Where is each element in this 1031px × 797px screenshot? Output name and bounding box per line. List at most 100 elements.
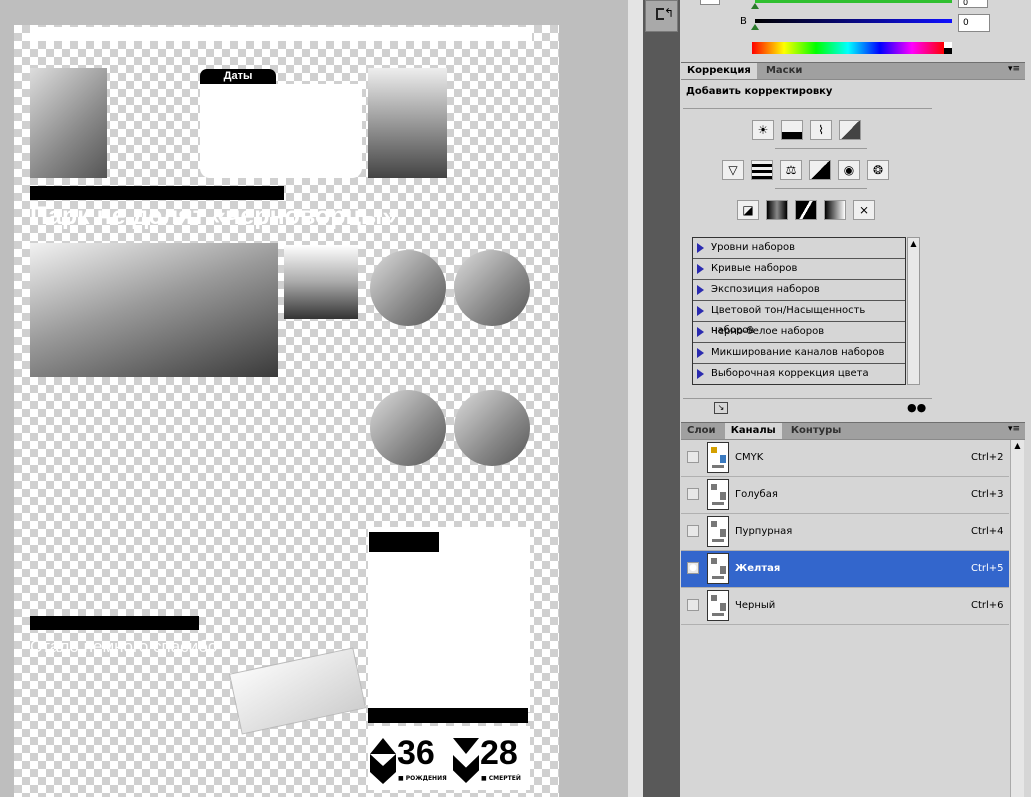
channel-row-cmyk[interactable]: CMYK Ctrl+2: [681, 440, 1009, 477]
color-ramp[interactable]: [752, 42, 944, 54]
expand-triangle-icon[interactable]: [697, 327, 704, 337]
threshold-icon[interactable]: [795, 200, 817, 220]
channel-thumbnail: [707, 442, 729, 473]
expand-triangle-icon[interactable]: [697, 285, 704, 295]
presets-list[interactable]: Уровни наборов Кривые наборов Экспозиция…: [692, 237, 906, 385]
green-slider[interactable]: [755, 0, 952, 3]
preset-item[interactable]: Микширование каналов наборов: [693, 343, 905, 364]
street-photo: [30, 243, 278, 377]
tab-channels[interactable]: Каналы: [724, 423, 782, 439]
brightness-icon[interactable]: ☀: [752, 120, 774, 140]
channel-row-cyan[interactable]: Голубая Ctrl+3: [681, 477, 1009, 514]
dates-tab: Даты: [200, 69, 276, 84]
channel-row-black[interactable]: Черный Ctrl+6: [681, 588, 1009, 625]
channel-row-magenta[interactable]: Пурпурная Ctrl+4: [681, 514, 1009, 551]
presets-scrollbar[interactable]: ▲: [907, 237, 920, 385]
panel-footer-divider: [683, 398, 932, 399]
deaths-caption: ■ СМЕРТЕЙ: [481, 775, 521, 782]
visibility-toggle[interactable]: [687, 599, 699, 611]
eye-icon[interactable]: ●: [687, 562, 699, 574]
levels-icon[interactable]: [781, 120, 803, 140]
blue-slider[interactable]: [755, 19, 952, 23]
expand-triangle-icon[interactable]: [697, 369, 704, 379]
channel-shortcut: Ctrl+2: [971, 452, 1004, 463]
preset-item[interactable]: Черно-белое наборов: [693, 322, 905, 343]
channel-thumbnail: [707, 590, 729, 621]
clip-layer-icon[interactable]: ●●: [907, 402, 926, 414]
gradient-map-icon[interactable]: [824, 200, 846, 220]
expand-view-icon[interactable]: ↘: [714, 402, 728, 414]
color-swatch[interactable]: [700, 0, 720, 5]
channels-scrollbar[interactable]: ▲: [1010, 440, 1024, 797]
ramp-black[interactable]: [944, 48, 952, 54]
color-balance-icon[interactable]: ⚖: [780, 160, 802, 180]
sidebar-label-bar: [369, 532, 439, 552]
channel-name: Голубая: [735, 489, 778, 500]
channel-name: Пурпурная: [735, 526, 793, 537]
tab-paths[interactable]: Контуры: [785, 423, 847, 439]
expand-triangle-icon[interactable]: [697, 306, 704, 316]
curves-icon[interactable]: ⌇: [810, 120, 832, 140]
posterize-icon[interactable]: [766, 200, 788, 220]
scroll-up-icon[interactable]: ▲: [908, 238, 919, 250]
expand-triangle-icon[interactable]: [697, 264, 704, 274]
channel-name: Черный: [735, 600, 776, 611]
b-value-field[interactable]: 0: [958, 14, 990, 32]
preset-item[interactable]: Цветовой тон/Насыщенность наборов: [693, 301, 905, 336]
invert-icon[interactable]: ◪: [737, 200, 759, 220]
b-label: B: [740, 16, 747, 27]
channel-shortcut: Ctrl+5: [971, 563, 1004, 574]
channels-list[interactable]: CMYK Ctrl+2 Голубая Ctrl+3 Пурпурная Ctr…: [681, 440, 1009, 630]
icon-divider-1: [775, 148, 867, 149]
tab-masks[interactable]: Маски: [760, 63, 808, 79]
visibility-toggle[interactable]: [687, 451, 699, 463]
panel-menu-icon[interactable]: ▾≡: [1008, 64, 1020, 74]
history-icon[interactable]: ↰: [645, 0, 678, 32]
portrait-circle-2: [454, 250, 530, 326]
preset-item[interactable]: Выборочная коррекция цвета наборов: [693, 364, 905, 384]
stats-bar: [368, 708, 528, 723]
slider-handle-icon[interactable]: [751, 3, 759, 9]
sidebar-box: [368, 527, 530, 712]
scroll-up-icon[interactable]: ▲: [1011, 440, 1024, 452]
channel-row-yellow[interactable]: ● Желтая Ctrl+5: [681, 551, 1009, 588]
channel-name: CMYK: [735, 452, 764, 463]
panel-dock: [643, 0, 680, 797]
channel-shortcut: Ctrl+4: [971, 526, 1004, 537]
down-arrow-icon: [453, 738, 479, 754]
visibility-toggle[interactable]: [687, 488, 699, 500]
top-bar: [30, 27, 532, 41]
preset-item[interactable]: Кривые наборов: [693, 259, 905, 280]
channel-thumbnail: [707, 479, 729, 510]
channel-shortcut: Ctrl+3: [971, 489, 1004, 500]
channel-shortcut: Ctrl+6: [971, 600, 1004, 611]
hue-saturation-icon[interactable]: [751, 160, 773, 180]
correction-tabs: Коррекция Маски: [681, 62, 1025, 80]
tab-layers[interactable]: Слои: [681, 423, 722, 439]
black-white-icon[interactable]: [809, 160, 831, 180]
title-divider: [683, 108, 932, 109]
selective-color-icon[interactable]: ⨯: [853, 200, 875, 220]
channel-name: Желтая: [735, 563, 781, 574]
expand-triangle-icon[interactable]: [697, 243, 704, 253]
visibility-toggle[interactable]: [687, 525, 699, 537]
subheadline: Стало немного спасибо: [30, 637, 218, 656]
panel-divider[interactable]: [628, 0, 643, 797]
vibrance-icon[interactable]: ▽: [722, 160, 744, 180]
tab-correction[interactable]: Коррекция: [681, 63, 757, 79]
photo-filter-icon[interactable]: ◉: [838, 160, 860, 180]
exposure-icon[interactable]: [839, 120, 861, 140]
channel-mixer-icon[interactable]: ❂: [867, 160, 889, 180]
section-bar-2: [30, 616, 199, 630]
c-value-field[interactable]: 0: [958, 0, 988, 8]
expand-triangle-icon[interactable]: [697, 348, 704, 358]
portrait-photo: [368, 68, 447, 178]
preset-item[interactable]: Экспозиция наборов: [693, 280, 905, 301]
preset-item[interactable]: Уровни наборов: [693, 238, 905, 259]
channel-thumbnail: [707, 516, 729, 547]
portrait-circle-1: [370, 250, 446, 326]
slider-handle-icon-b[interactable]: [751, 24, 759, 30]
channels-menu-icon[interactable]: ▾≡: [1008, 424, 1020, 434]
portrait-circle-4: [454, 390, 530, 466]
section-bar: [30, 186, 284, 200]
